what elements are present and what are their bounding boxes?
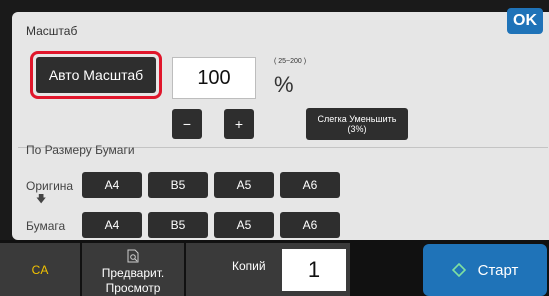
zoom-range-label: ( 25~200 ) — [274, 58, 307, 65]
paper-section-title: По Размеру Бумаги — [26, 143, 135, 157]
copies-label: Копий — [232, 259, 266, 273]
slight-reduce-label: Слегка Уменьшить — [317, 113, 397, 124]
original-size-a5[interactable]: A5 — [214, 172, 274, 198]
copies-input[interactable]: 1 — [282, 249, 346, 291]
percent-unit: % — [274, 72, 294, 97]
original-size-b5[interactable]: B5 — [148, 172, 208, 198]
zoom-plus-button[interactable]: + — [224, 109, 254, 139]
preview-icon — [127, 249, 139, 263]
preview-label: Предварит. — [101, 266, 165, 280]
preview-button[interactable]: Предварит. Просмотр — [82, 243, 184, 296]
arrow-down-icon: 🡇 — [36, 194, 47, 205]
slight-reduce-button[interactable]: Слегка Уменьшить (3%) — [306, 108, 408, 140]
ca-button[interactable]: CA — [0, 243, 80, 296]
auto-zoom-button[interactable]: Авто Масштаб — [36, 57, 156, 93]
ok-button[interactable]: OK — [507, 8, 543, 34]
zoom-value-field[interactable]: 100 — [172, 57, 256, 99]
panel-title: Масштаб — [26, 24, 78, 38]
paper-size-a5[interactable]: A5 — [214, 212, 274, 238]
zoom-panel: Масштаб Авто Масштаб 100 ( 25~200 ) % − … — [12, 12, 549, 240]
paper-label: Бумага — [26, 219, 66, 233]
start-icon — [451, 263, 466, 277]
start-label: Старт — [477, 261, 519, 279]
original-label: Оригина — [26, 179, 74, 193]
paper-size-a6[interactable]: A6 — [280, 212, 340, 238]
zoom-minus-button[interactable]: − — [172, 109, 202, 139]
copies-group: Копий 1 — [186, 243, 350, 296]
paper-size-b5[interactable]: B5 — [148, 212, 208, 238]
original-size-a4[interactable]: A4 — [82, 172, 142, 198]
start-button[interactable]: Старт — [423, 244, 547, 296]
slight-reduce-percent: (3%) — [347, 124, 367, 134]
paper-size-a4[interactable]: A4 — [82, 212, 142, 238]
preview-label-2: Просмотр — [105, 281, 161, 295]
original-size-a6[interactable]: A6 — [280, 172, 340, 198]
auto-zoom-highlight: Авто Масштаб — [30, 51, 162, 99]
